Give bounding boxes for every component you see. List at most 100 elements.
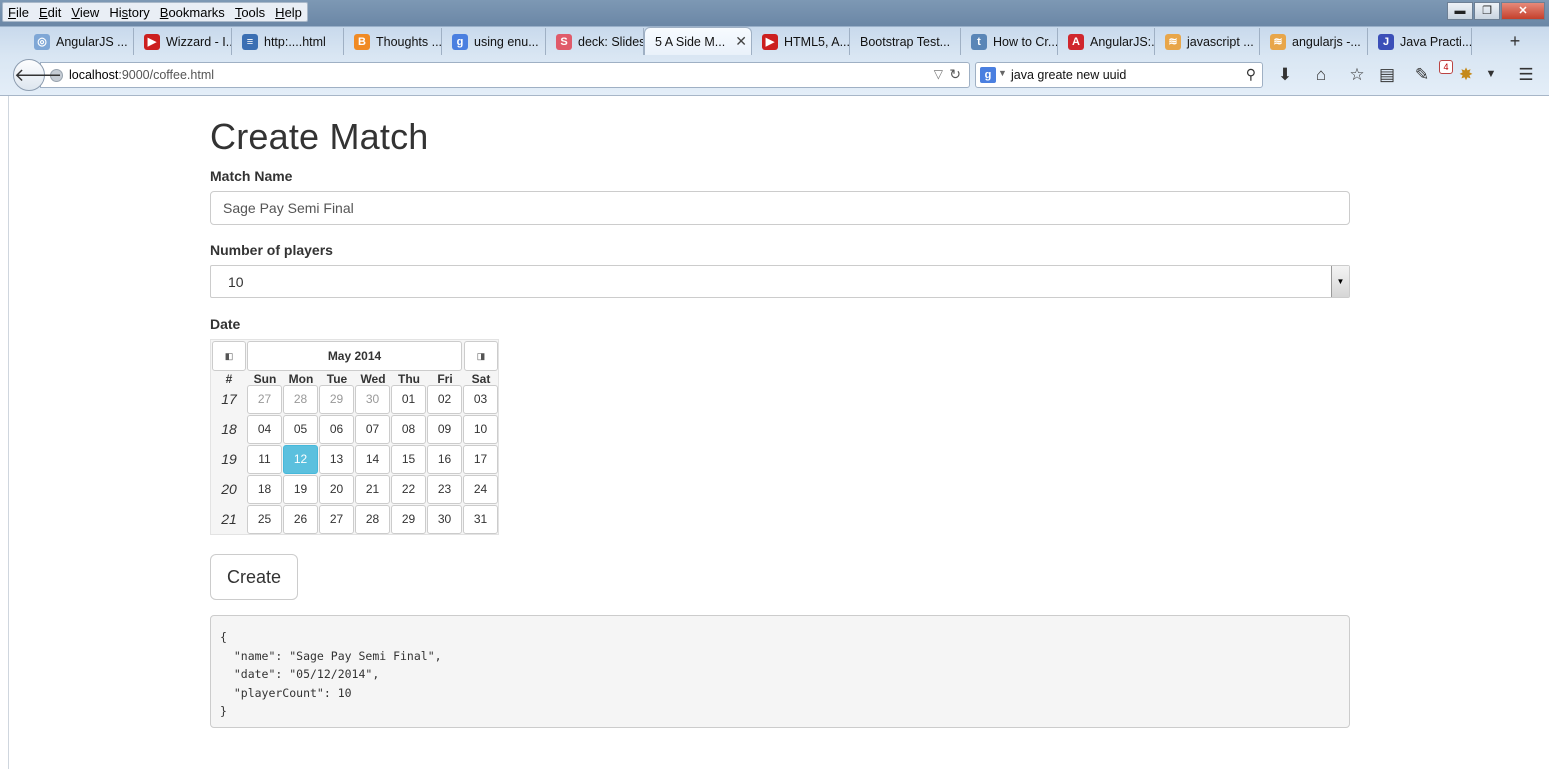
- maximize-button[interactable]: ❐: [1474, 2, 1500, 20]
- match-name-input[interactable]: [210, 191, 1350, 225]
- browser-tab[interactable]: B Thoughts ...: [344, 28, 442, 55]
- browser-tab[interactable]: ▶ HTML5, A...: [752, 28, 850, 55]
- menu-item-3[interactable]: History: [104, 3, 154, 21]
- calendar-day[interactable]: 16: [427, 445, 462, 474]
- calendar-next-button[interactable]: ◨: [464, 341, 498, 371]
- calendar-day[interactable]: 10: [463, 415, 498, 444]
- calendar-day[interactable]: 15: [391, 445, 426, 474]
- calendar-day[interactable]: 22: [391, 475, 426, 504]
- calendar-day[interactable]: 27: [247, 385, 282, 414]
- menu-mnemonic: T: [234, 5, 242, 20]
- calendar-day[interactable]: 13: [319, 445, 354, 474]
- calendar-day[interactable]: 08: [391, 415, 426, 444]
- calendar-day[interactable]: 26: [283, 505, 318, 534]
- calendar-day[interactable]: 28: [283, 385, 318, 414]
- menu-item-0[interactable]: File: [3, 3, 34, 21]
- calendar-day[interactable]: 18: [247, 475, 282, 504]
- match-name-label: Match Name: [210, 168, 293, 184]
- tab-label: How to Cr...: [993, 34, 1058, 49]
- browser-tab[interactable]: ≡ http:....html: [232, 28, 344, 55]
- json-output: { "name": "Sage Pay Semi Final", "date":…: [210, 615, 1350, 728]
- minimize-button[interactable]: ▬: [1447, 2, 1473, 20]
- browser-tab[interactable]: ▶ Wizzard - I...: [134, 28, 232, 55]
- calendar-day[interactable]: 29: [391, 505, 426, 534]
- calendar-day[interactable]: 02: [427, 385, 462, 414]
- calendar-day[interactable]: 21: [355, 475, 390, 504]
- browser-tab[interactable]: g using enu...: [442, 28, 546, 55]
- datepicker-month-title[interactable]: May 2014: [247, 341, 462, 371]
- calendar-prev-icon: ◧: [224, 351, 234, 361]
- calendar-day[interactable]: 03: [463, 385, 498, 414]
- week-number: 21: [221, 511, 237, 527]
- bookmark-star-icon[interactable]: ☆: [1346, 65, 1368, 85]
- toolbar-dropdown-icon[interactable]: ▼: [1480, 68, 1502, 80]
- page-title: Create Match: [210, 116, 429, 157]
- calendar-day[interactable]: 17: [463, 445, 498, 474]
- calendar-day[interactable]: 14: [355, 445, 390, 474]
- calendar-day-selected[interactable]: 12: [283, 445, 318, 474]
- url-bar[interactable]: localhost:9000/coffee.html ▽ ↻: [40, 62, 970, 88]
- calendar-day[interactable]: 25: [247, 505, 282, 534]
- browser-tab[interactable]: ≋ javascript ...: [1155, 28, 1260, 55]
- search-bar[interactable]: g ▼ java greate new uuid ⚲: [975, 62, 1263, 88]
- search-engine-dropdown-icon[interactable]: ▼: [998, 68, 1007, 78]
- hamburger-menu-icon[interactable]: ☰: [1515, 65, 1537, 85]
- search-icon[interactable]: ⚲: [1246, 66, 1256, 83]
- browser-tab[interactable]: ◎ AngularJS ...: [24, 28, 134, 55]
- menu-item-1[interactable]: Edit: [34, 3, 66, 21]
- reload-icon[interactable]: ↻: [949, 66, 961, 83]
- week-number: 19: [221, 451, 237, 467]
- back-button[interactable]: 🡐: [13, 59, 62, 91]
- calendar-day[interactable]: 23: [427, 475, 462, 504]
- calendar-day[interactable]: 04: [247, 415, 282, 444]
- url-history-dropdown-icon[interactable]: ▽: [934, 67, 943, 81]
- create-button[interactable]: Create: [210, 554, 298, 600]
- close-tab-icon[interactable]: ✕: [735, 33, 747, 50]
- google-search-engine-icon[interactable]: g: [980, 67, 996, 83]
- calendar-day[interactable]: 05: [283, 415, 318, 444]
- search-input[interactable]: java greate new uuid: [1011, 68, 1126, 82]
- extension-icon[interactable]: ✸: [1455, 65, 1477, 85]
- dropdown-arrow-icon[interactable]: ▼: [1331, 266, 1349, 297]
- addon-icon[interactable]: ✎: [1411, 65, 1433, 85]
- calendar-day[interactable]: 24: [463, 475, 498, 504]
- browser-tab[interactable]: t How to Cr...: [961, 28, 1058, 55]
- browser-tab[interactable]: Bootstrap Test...: [850, 28, 961, 55]
- home-icon[interactable]: ⌂: [1310, 65, 1332, 85]
- calendar-day[interactable]: 06: [319, 415, 354, 444]
- calendar-day[interactable]: 30: [427, 505, 462, 534]
- browser-tab[interactable]: A AngularJS:...: [1058, 28, 1155, 55]
- calendar-day[interactable]: 28: [355, 505, 390, 534]
- calendar-day[interactable]: 07: [355, 415, 390, 444]
- calendar-day[interactable]: 11: [247, 445, 282, 474]
- calendar-day[interactable]: 01: [391, 385, 426, 414]
- weekday-header: Thu: [398, 372, 420, 386]
- close-window-button[interactable]: ✕: [1501, 2, 1545, 20]
- angular-shield-icon: A: [1068, 33, 1084, 50]
- url-text[interactable]: localhost:9000/coffee.html: [69, 68, 214, 82]
- browser-tab[interactable]: J Java Practi...: [1368, 28, 1472, 55]
- menu-mnemonic: V: [71, 5, 80, 20]
- menu-item-2[interactable]: View: [66, 3, 104, 21]
- menu-item-4[interactable]: Bookmarks: [155, 3, 230, 21]
- players-select[interactable]: 10 ▼: [210, 265, 1350, 298]
- calendar-day[interactable]: 20: [319, 475, 354, 504]
- calendar-day[interactable]: 30: [355, 385, 390, 414]
- reading-list-icon[interactable]: ▤: [1376, 65, 1398, 85]
- calendar-day[interactable]: 29: [319, 385, 354, 414]
- notification-badge: 4: [1439, 60, 1453, 74]
- browser-tab[interactable]: Sdeck: Slides: [546, 28, 644, 55]
- browser-tab[interactable]: ≋ angularjs -...: [1260, 28, 1368, 55]
- menu-item-5[interactable]: Tools: [230, 3, 270, 21]
- calendar-next-icon: ◨: [476, 351, 486, 361]
- menu-item-6[interactable]: Help: [270, 3, 307, 21]
- browser-tab[interactable]: 5 A Side M... ✕: [644, 27, 752, 55]
- calendar-prev-button[interactable]: ◧: [212, 341, 246, 371]
- calendar-day[interactable]: 31: [463, 505, 498, 534]
- calendar-day[interactable]: 09: [427, 415, 462, 444]
- downloads-icon[interactable]: ⬇: [1274, 65, 1296, 85]
- new-tab-button[interactable]: +: [1500, 28, 1530, 55]
- players-label: Number of players: [210, 242, 333, 258]
- calendar-day[interactable]: 19: [283, 475, 318, 504]
- calendar-day[interactable]: 27: [319, 505, 354, 534]
